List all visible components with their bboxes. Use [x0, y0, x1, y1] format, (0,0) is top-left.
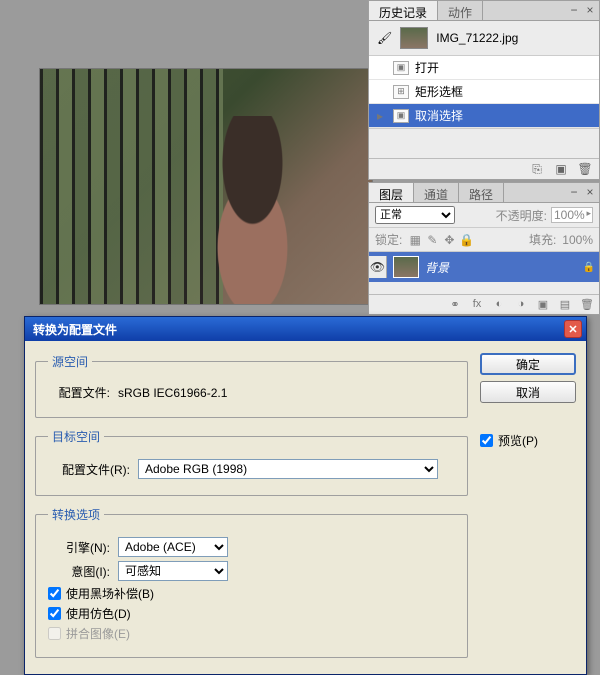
tab-layers[interactable]: 图层 [369, 183, 414, 202]
tab-history[interactable]: 历史记录 [369, 1, 438, 20]
dialog-titlebar[interactable]: 转换为配置文件 ✕ [25, 317, 586, 341]
intent-label: 意图(I): [48, 563, 110, 580]
link-icon[interactable]: ⚭ [447, 298, 463, 311]
photo-subject [183, 116, 322, 304]
tab-actions[interactable]: 动作 [438, 1, 483, 20]
lock-paint-icon[interactable]: ✎ [425, 233, 439, 247]
flatten-label: 拼合图像(E) [66, 625, 130, 642]
tab-channels[interactable]: 通道 [414, 183, 459, 202]
mask-icon[interactable]: ◐ [491, 298, 507, 311]
history-marker: ▸ [373, 109, 387, 123]
dialog-title: 转换为配置文件 [29, 321, 564, 338]
marquee-icon: ⊞ [393, 85, 409, 99]
close-icon[interactable]: ✕ [564, 320, 582, 338]
deselect-icon: ▣ [393, 109, 409, 123]
dither-checkbox[interactable] [48, 607, 61, 620]
layers-empty [369, 282, 599, 294]
intent-select[interactable]: 可感知 [118, 561, 228, 581]
folder-icon[interactable]: ▣ [535, 298, 551, 311]
ok-button[interactable]: 确定 [480, 353, 576, 375]
fill-label: 填充: [529, 231, 556, 248]
layers-panel: 图层 通道 路径 − × 正常 不透明度: 100% 锁定: ▦ ✎ ✥ 🔒 填… [368, 182, 600, 315]
tab-paths[interactable]: 路径 [459, 183, 504, 202]
layer-thumb [393, 256, 419, 278]
source-profile-value: sRGB IEC61966-2.1 [118, 386, 227, 400]
convert-profile-dialog: 转换为配置文件 ✕ 源空间 配置文件: sRGB IEC61966-2.1 目标… [24, 316, 587, 675]
preview-label: 预览(P) [498, 432, 538, 449]
history-panel: 历史记录 动作 − × 🖌 IMG_71222.jpg ▣ 打开 ⊞ 矩形选框 [368, 0, 600, 180]
new-snapshot-icon[interactable]: ▣ [553, 162, 569, 176]
minimize-icon[interactable]: − [567, 3, 581, 17]
preview-checkbox[interactable] [480, 434, 493, 447]
bpc-label: 使用黑场补偿(B) [66, 585, 154, 602]
dither-label: 使用仿色(D) [66, 605, 131, 622]
source-space-group: 源空间 配置文件: sRGB IEC61966-2.1 [35, 353, 468, 418]
history-item[interactable]: ▣ 打开 [369, 56, 599, 80]
history-item-selected[interactable]: ▸ ▣ 取消选择 [369, 104, 599, 128]
minimize-icon[interactable]: − [567, 185, 581, 199]
flatten-checkbox [48, 627, 61, 640]
history-item-label: 矩形选框 [415, 83, 463, 100]
canvas-image [40, 69, 372, 304]
history-filename: IMG_71222.jpg [436, 31, 518, 45]
fill-value[interactable]: 100% [562, 233, 593, 247]
open-icon: ▣ [393, 61, 409, 75]
lock-icon: 🔒 [583, 262, 595, 273]
lock-move-icon[interactable]: ✥ [442, 233, 456, 247]
trash-icon[interactable]: 🗑 [577, 162, 593, 176]
blend-mode-select[interactable]: 正常 [375, 206, 455, 224]
layer-name: 背景 [425, 259, 577, 276]
engine-select[interactable]: Adobe (ACE) [118, 537, 228, 557]
dest-profile-label: 配置文件(R): [48, 461, 130, 478]
canvas-window [39, 68, 373, 305]
history-source[interactable]: 🖌 IMG_71222.jpg [369, 21, 599, 56]
fx-icon[interactable]: fx [469, 298, 485, 311]
source-legend: 源空间 [48, 353, 92, 370]
dest-legend: 目标空间 [48, 428, 104, 445]
adjust-icon[interactable]: ◑ [513, 298, 529, 311]
opts-legend: 转换选项 [48, 506, 104, 523]
lock-trans-icon[interactable]: ▦ [408, 233, 422, 247]
close-panel-icon[interactable]: × [583, 185, 597, 199]
dest-space-group: 目标空间 配置文件(R): Adobe RGB (1998) [35, 428, 468, 496]
history-list: ▣ 打开 ⊞ 矩形选框 ▸ ▣ 取消选择 [369, 56, 599, 128]
convert-options-group: 转换选项 引擎(N): Adobe (ACE) 意图(I): 可感知 使用黑场补… [35, 506, 468, 658]
history-item[interactable]: ⊞ 矩形选框 [369, 80, 599, 104]
history-footer: ⎘ ▣ 🗑 [369, 158, 599, 179]
engine-label: 引擎(N): [48, 539, 110, 556]
lock-label: 锁定: [375, 231, 402, 248]
opacity-value[interactable]: 100% [551, 207, 593, 223]
close-panel-icon[interactable]: × [583, 3, 597, 17]
history-thumb [400, 27, 428, 49]
history-item-label: 打开 [415, 59, 439, 76]
source-profile-label: 配置文件: [48, 384, 110, 401]
trash-icon[interactable]: 🗑 [579, 298, 595, 311]
bpc-checkbox[interactable] [48, 587, 61, 600]
new-doc-icon[interactable]: ⎘ [529, 162, 545, 176]
lock-all-icon[interactable]: 🔒 [459, 233, 473, 247]
layer-row-background[interactable]: 👁 背景 🔒 [369, 252, 599, 282]
history-item-label: 取消选择 [415, 107, 463, 124]
visibility-icon[interactable]: 👁 [369, 256, 387, 278]
new-layer-icon[interactable]: ▤ [557, 298, 573, 311]
dest-profile-select[interactable]: Adobe RGB (1998) [138, 459, 438, 479]
brush-icon: 🖌 [377, 31, 392, 45]
history-empty [369, 128, 599, 158]
cancel-button[interactable]: 取消 [480, 381, 576, 403]
opacity-label: 不透明度: [496, 207, 547, 224]
